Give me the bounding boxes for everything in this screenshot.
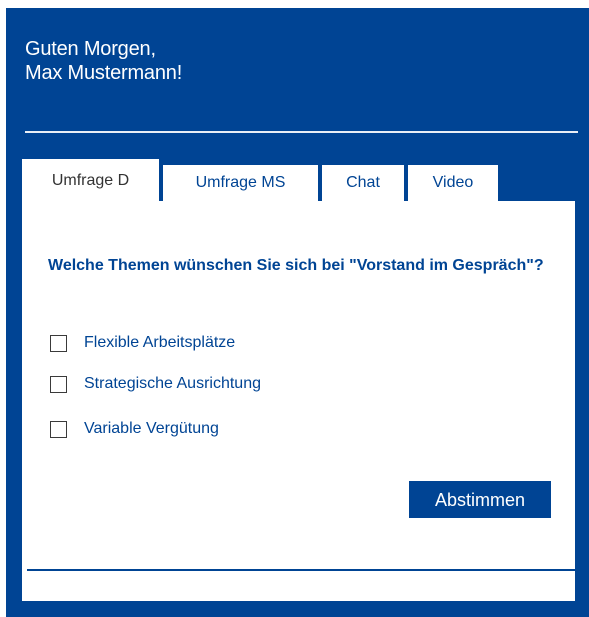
option-label: Flexible Arbeitsplätze xyxy=(84,334,236,351)
option-label: Variable Vergütung xyxy=(84,420,219,437)
option-variable-verguetung[interactable]: Variable Vergütung xyxy=(50,418,219,440)
greeting-text: Guten Morgen, Max Mustermann! xyxy=(25,37,182,85)
option-flexible-arbeitsplaetze[interactable]: Flexible Arbeitsplätze xyxy=(50,332,235,354)
option-label: Strategische Ausrichtung xyxy=(84,375,261,392)
tab-video[interactable]: Video xyxy=(408,165,498,201)
tab-umfrage-ms[interactable]: Umfrage MS xyxy=(163,165,318,201)
vote-button[interactable]: Abstimmen xyxy=(409,481,551,518)
tab-umfrage-d[interactable]: Umfrage D xyxy=(22,159,159,203)
checkbox[interactable] xyxy=(50,334,67,352)
tab-chat[interactable]: Chat xyxy=(322,165,404,201)
header-divider xyxy=(25,131,578,133)
greeting-line-2: Max Mustermann! xyxy=(25,62,183,84)
checkbox[interactable] xyxy=(50,375,67,393)
survey-panel: Welche Themen wünschen Sie sich bei "Vor… xyxy=(22,201,575,601)
checkbox[interactable] xyxy=(50,420,67,438)
option-strategische-ausrichtung[interactable]: Strategische Ausrichtung xyxy=(50,373,261,395)
greeting-line-1: Guten Morgen, xyxy=(25,38,156,60)
content-divider xyxy=(27,569,575,571)
survey-question: Welche Themen wünschen Sie sich bei "Vor… xyxy=(48,257,544,274)
